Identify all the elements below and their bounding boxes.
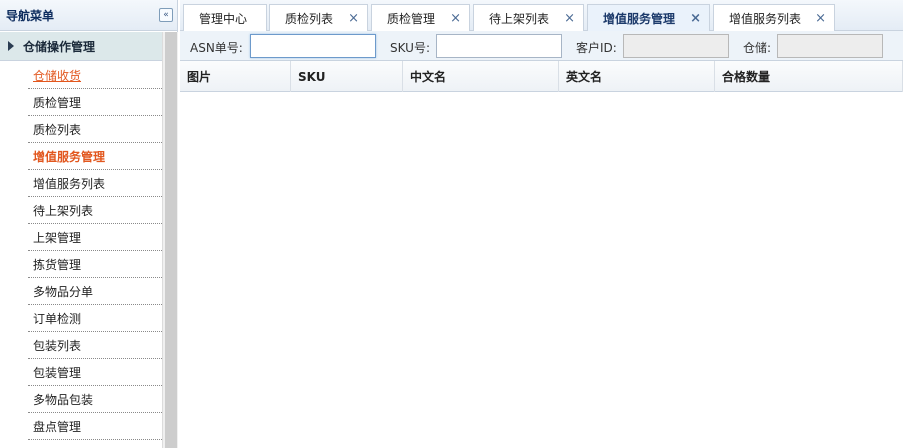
sidebar-item[interactable]: 多物品包装 [28, 386, 162, 413]
column-header[interactable]: 图片 [180, 61, 291, 92]
sku-number-input[interactable] [436, 34, 562, 58]
tab-label: 增值服务列表 [729, 11, 802, 26]
column-header[interactable]: 中文名 [403, 61, 559, 92]
tab-close-icon[interactable]: × [450, 11, 461, 26]
asn-number-input[interactable] [250, 34, 376, 58]
filter-bar: ASN单号: SKU号: 客户ID: 仓储: [180, 31, 903, 61]
tab-label: 待上架列表 [489, 11, 550, 26]
sidebar-item[interactable]: 包装管理 [28, 359, 162, 386]
tab[interactable]: 质检管理 × [371, 4, 470, 31]
warehouse-input [777, 34, 883, 58]
tab-label: 质检列表 [285, 11, 334, 26]
sidebar-item[interactable]: 包装列表 [28, 332, 162, 359]
tab-bar: 管理中心 质检列表 × 质检管理 × 待上架列表 × 增值服务管理 × 增值服务列表 × [180, 0, 903, 32]
main-content: 管理中心 质检列表 × 质检管理 × 待上架列表 × 增值服务管理 × 增值服务列表 × ASN单号… [180, 0, 903, 448]
column-header[interactable]: SKU [291, 61, 403, 92]
column-header[interactable]: 合格数量 [715, 61, 903, 92]
grid-header: 图片 SKU 中文名 英文名 合格数量 [180, 61, 903, 92]
sidebar-item[interactable]: 仓储收货 [28, 62, 162, 89]
tab-label: 增值服务管理 [603, 12, 676, 26]
tab[interactable]: 待上架列表 × [473, 4, 584, 31]
sidebar-item[interactable]: 盘点管理 [28, 413, 162, 440]
menu-list: 仓储收货 质检管理 质检列表 增值服务管理 增值服务列表 待上架列表 上架管理 拣货管理 多物品… [0, 62, 162, 440]
warehouse-label: 仓储: [743, 41, 772, 55]
tab-close-icon[interactable]: × [348, 11, 359, 26]
tab[interactable]: 管理中心 [183, 4, 267, 31]
sidebar-item[interactable]: 质检列表 [28, 116, 162, 143]
sidebar-scrollbar[interactable] [162, 32, 178, 448]
menu-group-label: 仓储操作管理 [23, 39, 96, 54]
sidebar-item[interactable]: 待上架列表 [28, 197, 162, 224]
sidebar-header: 导航菜单 « [0, 0, 177, 31]
menu-group-warehouse-operations[interactable]: 仓储操作管理 [0, 32, 162, 61]
tab-close-icon[interactable]: × [815, 11, 826, 26]
expand-caret-icon [8, 41, 14, 51]
sidebar-item[interactable]: 增值服务管理 [28, 143, 162, 170]
sidebar-item[interactable]: 拣货管理 [28, 251, 162, 278]
sidebar-item[interactable]: 多物品分单 [28, 278, 162, 305]
scrollbar-thumb[interactable] [165, 32, 177, 448]
asn-label: ASN单号: [190, 41, 243, 55]
sidebar-item[interactable]: 质检管理 [28, 89, 162, 116]
customer-id-input [623, 34, 729, 58]
tab-label: 管理中心 [199, 11, 248, 26]
tab-close-icon[interactable]: × [564, 11, 575, 26]
tab-label: 质检管理 [387, 11, 436, 26]
tab[interactable]: 增值服务管理 × [587, 4, 710, 32]
sidebar-item[interactable]: 订单检测 [28, 305, 162, 332]
tab[interactable]: 增值服务列表 × [713, 4, 835, 31]
sidebar-item[interactable]: 上架管理 [28, 224, 162, 251]
sku-label: SKU号: [390, 41, 430, 55]
collapse-sidebar-icon[interactable]: « [159, 8, 173, 22]
grid-body [180, 93, 903, 448]
column-header[interactable]: 英文名 [559, 61, 715, 92]
customer-id-label: 客户ID: [576, 41, 617, 55]
tab[interactable]: 质检列表 × [269, 4, 368, 31]
sidebar-title: 导航菜单 [6, 8, 55, 23]
sidebar-item[interactable]: 增值服务列表 [28, 170, 162, 197]
navigation-sidebar: 导航菜单 « 仓储操作管理 仓储收货 质检管理 质检列表 增值服务管理 增值服务列表 待上… [0, 0, 178, 448]
tab-close-icon[interactable]: × [690, 11, 701, 26]
